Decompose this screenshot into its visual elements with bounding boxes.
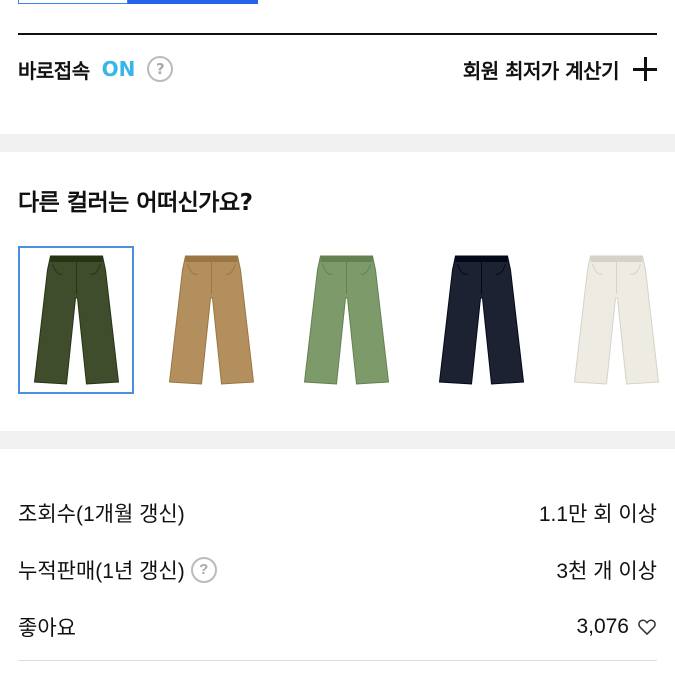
color-option-ivory[interactable]: [559, 246, 675, 394]
color-option-navy[interactable]: [424, 246, 540, 394]
section-separator: [0, 134, 675, 152]
section-divider: [18, 660, 657, 661]
other-colors-title: 다른 컬러는 어떠신가요?: [18, 190, 253, 216]
quick-access: 바로접속 ON ?: [18, 55, 174, 84]
question-circle-icon[interactable]: ?: [147, 56, 174, 82]
pants-image: [33, 255, 119, 385]
sales-value: 3천 개 이상: [556, 559, 657, 583]
views-value: 1.1만 회 이상: [538, 502, 657, 526]
likes-label: 좋아요: [18, 616, 76, 640]
color-option-khaki[interactable]: [153, 246, 269, 394]
calculator-label: 회원 최저가 계산기: [462, 58, 620, 83]
quick-access-label: 바로접속: [18, 58, 90, 83]
color-option-sage[interactable]: [289, 246, 405, 394]
pants-image: [168, 255, 255, 385]
heart-outline-icon[interactable]: [637, 617, 657, 637]
pants-image: [439, 255, 525, 385]
likes-value: 3,076: [576, 614, 629, 638]
section-separator: [0, 431, 675, 449]
pants-image: [304, 255, 390, 385]
top-secondary-button[interactable]: [18, 0, 128, 4]
top-primary-button[interactable]: [128, 0, 258, 4]
color-options: [18, 246, 675, 394]
likes-group: 3,076: [576, 615, 657, 639]
section-divider: [18, 33, 657, 35]
stat-row-views: 조회수(1개월 갱신) 1.1만 회 이상: [18, 484, 657, 541]
top-button-group: [18, 0, 258, 4]
stat-row-sales: 누적판매(1년 갱신) ? 3천 개 이상: [18, 541, 657, 598]
quick-access-row: 바로접속 ON ? 회원 최저가 계산기: [18, 50, 657, 88]
plus-icon: [633, 57, 657, 81]
quick-access-toggle[interactable]: ON: [102, 57, 136, 81]
question-circle-icon[interactable]: ?: [190, 556, 217, 583]
sales-label-group: 누적판매(1년 갱신) ?: [18, 555, 217, 585]
views-label: 조회수(1개월 갱신): [18, 502, 185, 526]
pants-image: [574, 255, 660, 385]
sales-label: 누적판매(1년 갱신): [18, 559, 185, 583]
color-option-olive[interactable]: [18, 246, 135, 394]
member-price-calculator-button[interactable]: 회원 최저가 계산기: [463, 55, 657, 84]
stat-row-likes: 좋아요 3,076: [18, 598, 657, 655]
product-stats: 조회수(1개월 갱신) 1.1만 회 이상 누적판매(1년 갱신) ? 3천 개…: [18, 484, 657, 655]
